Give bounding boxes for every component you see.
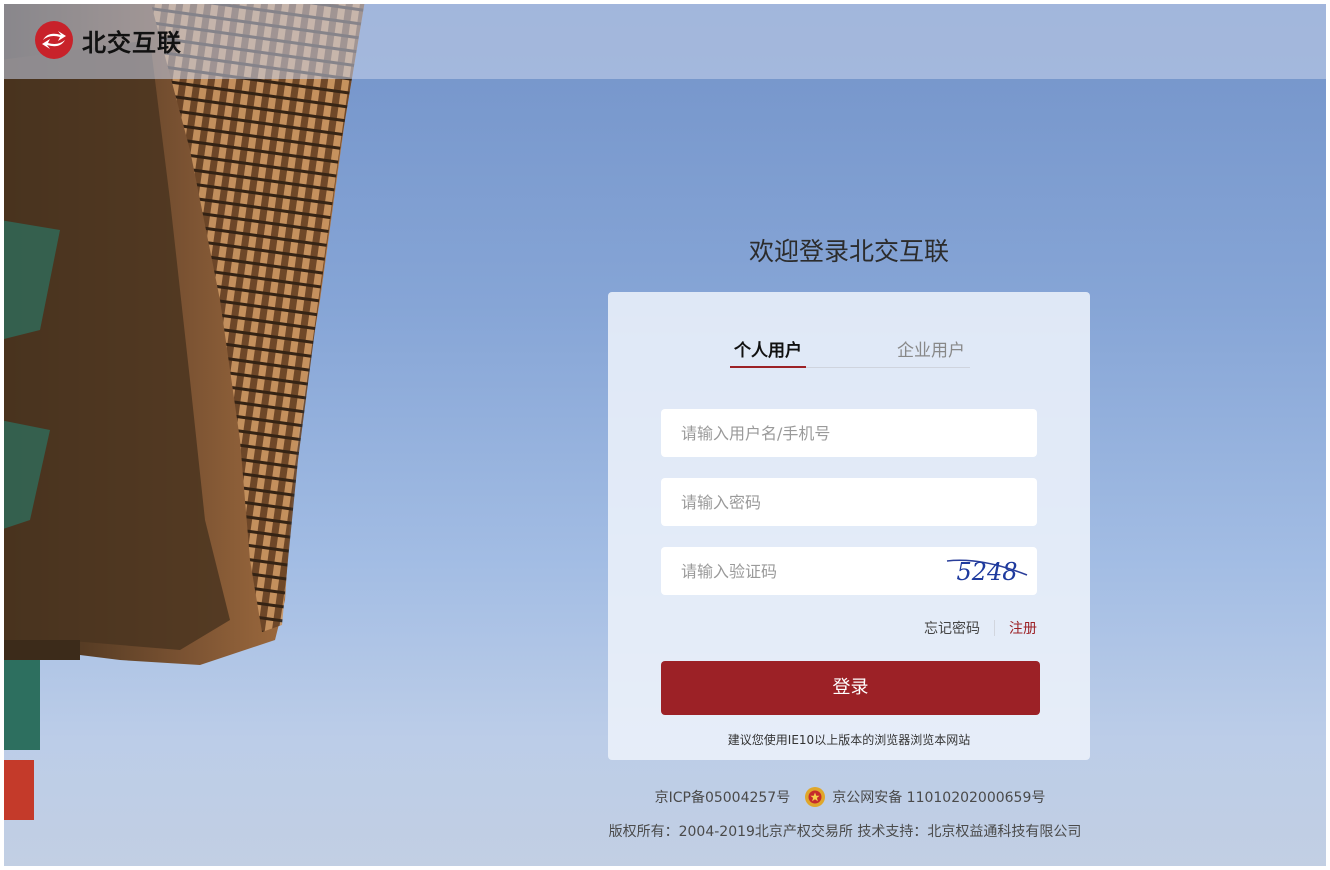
password-input[interactable] (661, 478, 1037, 526)
police-badge-icon (805, 787, 826, 807)
forgot-password-link[interactable]: 忘记密码 (924, 618, 980, 638)
password-field (661, 478, 1037, 526)
account-links: 忘记密码 注册 (924, 618, 1037, 638)
logo-text: 北交互联 (82, 28, 182, 57)
link-divider (994, 620, 995, 636)
username-input[interactable] (661, 409, 1037, 457)
username-field (661, 409, 1037, 457)
police-record[interactable]: 京公网安备 11010202000659号 (832, 787, 1045, 807)
login-card: 个人用户 企业用户 5248 忘记密码 注册 登录 建议您使用IE10以上版本的… (608, 292, 1090, 760)
tab-personal-user[interactable]: 个人用户 (730, 336, 806, 368)
footer-registration: 京ICP备05004257号 京公网安备 11010202000659号 (600, 786, 1100, 808)
browser-hint: 建议您使用IE10以上版本的浏览器浏览本网站 (727, 733, 971, 747)
captcha-field: 5248 (661, 547, 1037, 595)
brand-logo-icon (35, 21, 73, 59)
captcha-image[interactable]: 5248 (941, 553, 1033, 589)
captcha-text: 5248 (956, 558, 1017, 586)
site-logo[interactable]: 北交互联 (34, 20, 182, 60)
footer-copyright: 版权所有：2004-2019北京产权交易所 技术支持：北京权益通科技有限公司 (608, 824, 1082, 840)
icp-record[interactable]: 京ICP备05004257号 (655, 787, 791, 807)
welcome-title: 欢迎登录北交互联 (748, 237, 949, 266)
login-button[interactable]: 登录 (661, 661, 1040, 715)
register-link[interactable]: 注册 (1009, 618, 1037, 638)
header-bar (0, 0, 1330, 79)
tab-business-user[interactable]: 企业用户 (892, 336, 970, 368)
user-type-tabs: 个人用户 企业用户 (730, 336, 970, 368)
roof-decoration-image (0, 0, 365, 820)
